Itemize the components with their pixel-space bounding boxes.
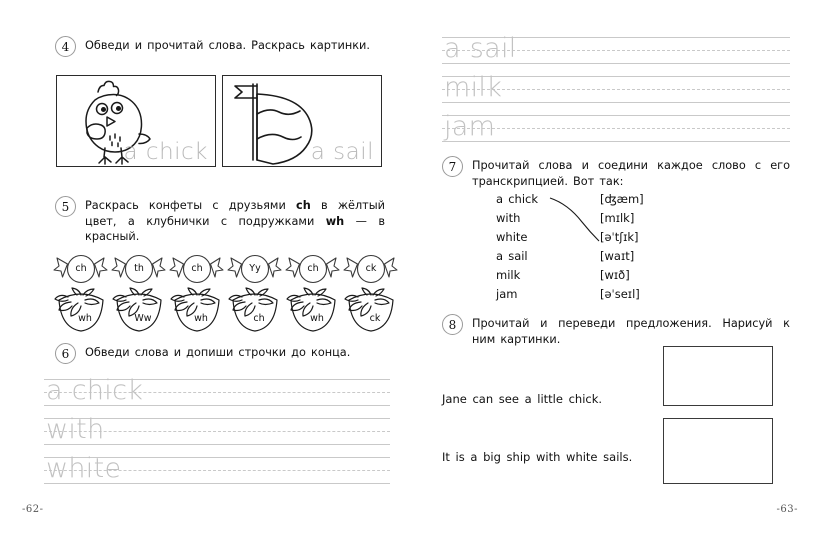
strawberry-2-label: Ww xyxy=(134,313,152,324)
sentence-2: It is a big ship with white sails. xyxy=(442,450,633,464)
strawberry-3-label: wh xyxy=(194,313,208,324)
trace-word-jam: jam xyxy=(444,111,496,142)
ex5-digraph-wh: wh xyxy=(325,214,345,228)
transcription-item-5[interactable]: [wɪð] xyxy=(600,266,644,285)
strawberry-6-label: ck xyxy=(369,313,381,324)
picture-frame-sail[interactable]: a sail xyxy=(222,75,382,167)
exercise-7-number: 7 xyxy=(442,156,463,177)
handwriting-line-5[interactable]: milk xyxy=(442,72,790,106)
candy-5-label: ch xyxy=(307,263,319,274)
trace-word-white: white xyxy=(46,453,122,484)
transcription-item-3[interactable]: [əˈtʃɪk] xyxy=(600,228,644,247)
word-item-6[interactable]: jam xyxy=(496,285,538,304)
handwriting-block-right: a sail milk jam xyxy=(442,33,790,151)
exercise-7-matching: a chick with white a sail milk jam [ʤæm]… xyxy=(442,190,790,310)
candy-6[interactable]: ck xyxy=(342,252,400,288)
exercise-6-instruction: Обведи слова и допиши строчки до конца. xyxy=(85,346,351,359)
exercise-7-heading: 7 Прочитай слова и соедини каждое слово … xyxy=(442,156,790,189)
strawberry-row: wh Ww wh ch wh ck xyxy=(52,286,394,334)
exercise-8-heading: 8 Прочитай и переведи предложения. Нарис… xyxy=(442,314,790,347)
candy-5[interactable]: ch xyxy=(284,252,342,288)
candy-1-label: ch xyxy=(75,263,87,274)
sentence-1: Jane can see a little chick. xyxy=(442,392,603,406)
candy-3[interactable]: ch xyxy=(168,252,226,288)
candy-1[interactable]: ch xyxy=(52,252,110,288)
word-item-4[interactable]: a sail xyxy=(496,247,538,266)
candy-2[interactable]: th xyxy=(110,252,168,288)
transcription-item-4[interactable]: [waɪt] xyxy=(600,247,644,266)
exercise-7-instruction: Прочитай слова и соедини каждое слово с … xyxy=(472,159,790,188)
strawberry-1-label: wh xyxy=(78,313,92,324)
strawberry-1[interactable]: wh xyxy=(52,286,110,332)
handwriting-line-1[interactable]: a chick xyxy=(44,375,390,409)
exercise-4-number: 4 xyxy=(55,36,76,57)
handwriting-line-4[interactable]: a sail xyxy=(442,33,790,67)
exercise-5-number: 5 xyxy=(55,196,76,217)
word-item-1[interactable]: a chick xyxy=(496,190,538,209)
trace-word-a-chick: a chick xyxy=(46,375,144,406)
drawing-box-1[interactable] xyxy=(663,346,773,406)
strawberry-6[interactable]: ck xyxy=(342,286,400,332)
exercise-5-heading: 5 Раскрась конфеты с друзьями ch в жёлты… xyxy=(55,196,385,245)
strawberry-4-label: ch xyxy=(253,313,265,324)
exercise-4-instruction: Обведи и прочитай слова. Раскрась картин… xyxy=(85,39,370,52)
word-item-5[interactable]: milk xyxy=(496,266,538,285)
strawberry-5[interactable]: wh xyxy=(284,286,342,332)
strawberry-2[interactable]: Ww xyxy=(110,286,168,332)
drawing-box-2[interactable] xyxy=(663,418,773,484)
exercise-5-instruction: Раскрась конфеты с друзьями ch в жёлтый … xyxy=(85,198,385,245)
candy-6-label: ck xyxy=(365,263,377,274)
exercise-6-number: 6 xyxy=(55,343,76,364)
page-number-right: -63- xyxy=(776,504,798,515)
candy-4[interactable]: Yy xyxy=(226,252,284,288)
picture-label-chick: a chick xyxy=(123,139,208,165)
trace-word-a-sail: a sail xyxy=(444,33,517,64)
right-page: a sail milk jam 7 Прочитай слова и соеди… xyxy=(410,0,820,537)
exercise-4-heading: 4 Обведи и прочитай слова. Раскрась карт… xyxy=(55,36,385,57)
trace-word-with: with xyxy=(46,414,105,445)
handwriting-block-left: a chick with white xyxy=(44,375,390,493)
left-page: 4 Обведи и прочитай слова. Раскрась карт… xyxy=(0,0,410,537)
words-column: a chick with white a sail milk jam xyxy=(496,190,538,304)
candy-3-label: ch xyxy=(191,263,203,274)
workbook-spread: 4 Обведи и прочитай слова. Раскрась карт… xyxy=(0,0,820,537)
picture-label-sail: a sail xyxy=(310,139,374,165)
exercise-6-heading: 6 Обведи слова и допиши строчки до конца… xyxy=(55,343,385,364)
exercise-8-instruction: Прочитай и переведи предложения. Нарисуй… xyxy=(472,317,790,346)
word-item-2[interactable]: with xyxy=(496,209,538,228)
transcription-item-2[interactable]: [mɪlk] xyxy=(600,209,644,228)
transcription-item-1[interactable]: [ʤæm] xyxy=(600,190,644,209)
ex5-text-part1: Раскрась конфеты с друзьями xyxy=(85,199,296,212)
handwriting-line-3[interactable]: white xyxy=(44,453,390,487)
handwriting-line-2[interactable]: with xyxy=(44,414,390,448)
transcription-item-6[interactable]: [əˈseɪl] xyxy=(600,285,644,304)
candy-row: ch th ch Yy ch ck xyxy=(52,252,398,290)
strawberry-4[interactable]: ch xyxy=(226,286,284,332)
candy-4-label: Yy xyxy=(249,263,261,274)
handwriting-line-6[interactable]: jam xyxy=(442,111,790,145)
ex5-digraph-ch: ch xyxy=(296,199,311,212)
strawberry-5-label: wh xyxy=(310,313,324,324)
page-number-left: -62- xyxy=(22,504,44,515)
word-item-3[interactable]: white xyxy=(496,228,538,247)
trace-word-milk: milk xyxy=(444,72,503,103)
strawberry-3[interactable]: wh xyxy=(168,286,226,332)
exercise-8-number: 8 xyxy=(442,314,463,335)
picture-frame-chick[interactable]: a chick xyxy=(56,75,216,167)
transcriptions-column: [ʤæm] [mɪlk] [əˈtʃɪk] [waɪt] [wɪð] [əˈse… xyxy=(600,190,644,304)
candy-2-label: th xyxy=(134,263,144,274)
